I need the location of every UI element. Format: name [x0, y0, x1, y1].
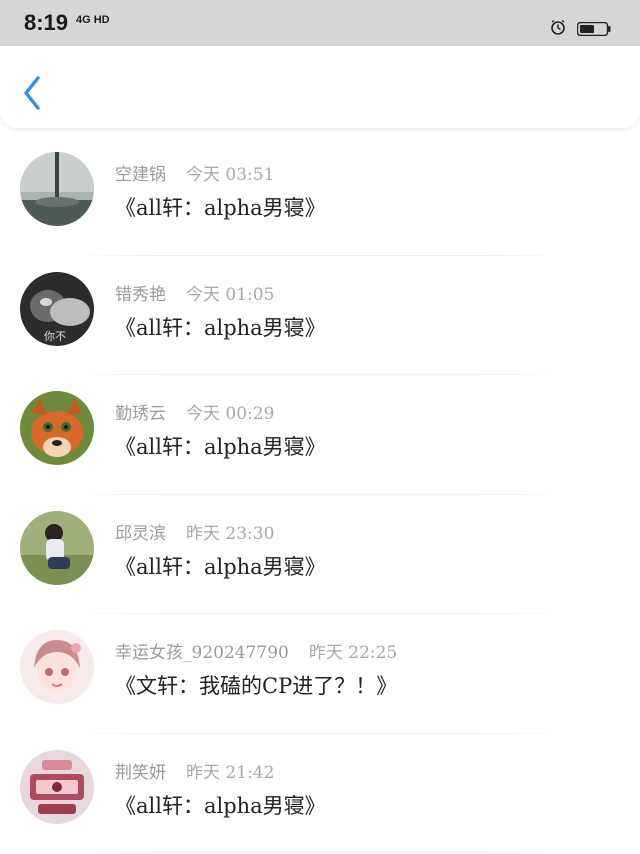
status-bar: 8:19 4G HD — [0, 0, 640, 46]
sender-line: 荆笑妍 昨天 21:42 — [115, 758, 274, 783]
sender-name: 邱灵滨 — [115, 523, 166, 544]
list-item[interactable]: 勤琇云 今天 00:29 《all轩：alpha男寝》 — [0, 375, 640, 495]
avatar[interactable] — [20, 630, 94, 704]
avatar[interactable] — [20, 510, 94, 585]
message-time: 今天 03:51 — [186, 165, 275, 185]
sender-name: 幸运女孩_920247790 — [115, 643, 289, 663]
message-time: 昨天 23:30 — [186, 523, 275, 544]
avatar-caption: 你不 — [44, 330, 66, 343]
avatar[interactable] — [20, 152, 94, 226]
message-text: 《all轩：alpha男寝》 — [115, 554, 326, 579]
list-item[interactable]: 荆笑妍 昨天 21:42 《all轩：alpha男寝》 — [0, 734, 640, 853]
chevron-left-icon[interactable] — [18, 74, 48, 112]
message-time: 昨天 22:25 — [308, 643, 398, 663]
message-text: 《文轩：我磕的CP进了？！》 — [115, 674, 398, 698]
sender-line: 空建锅 今天 03:51 — [115, 160, 274, 185]
list-item[interactable]: 幸运女孩_920247790 昨天 22:25 《文轩：我磕的CP进了？！》 — [0, 614, 640, 734]
sender-line: 邱灵滨 昨天 23:30 — [115, 519, 274, 544]
list-item[interactable]: 你不 错秀艳 今天 01:05 《all轩：alpha男寝》 — [0, 256, 640, 375]
battery-icon — [577, 22, 611, 36]
sender-name: 错秀艳 — [115, 284, 166, 305]
message-text: 《all轩：alpha男寝》 — [115, 196, 326, 220]
message-time: 今天 00:29 — [186, 404, 275, 424]
message-text: 《all轩：alpha男寝》 — [115, 793, 326, 818]
list-item[interactable]: 邱灵滨 昨天 23:30 《all轩：alpha男寝》 — [0, 495, 640, 614]
divider — [70, 852, 570, 853]
message-time: 昨天 21:42 — [186, 762, 275, 783]
message-list: 空建锅 今天 03:51 《all轩：alpha男寝》 你不 错秀艳 今天 01:0… — [0, 136, 640, 853]
avatar[interactable]: 你不 — [20, 271, 94, 346]
sender-line: 勤琇云 今天 00:29 — [115, 399, 274, 424]
avatar[interactable] — [20, 391, 94, 465]
sender-name: 勤琇云 — [115, 404, 166, 424]
sender-line: 幸运女孩_920247790 昨天 22:25 — [115, 638, 397, 663]
status-time: 8:19 — [24, 10, 69, 35]
list-item[interactable]: 空建锅 今天 03:51 《all轩：alpha男寝》 — [0, 136, 640, 256]
sender-line: 错秀艳 今天 01:05 — [115, 280, 274, 305]
sender-name: 空建锅 — [115, 165, 166, 185]
message-text: 《all轩：alpha男寝》 — [115, 435, 326, 459]
avatar[interactable] — [20, 749, 94, 824]
sender-name: 荆笑妍 — [115, 762, 166, 783]
signal-indicator: 4G HD — [76, 14, 110, 26]
message-text: 《all轩：alpha男寝》 — [115, 315, 326, 340]
alarm-icon — [551, 19, 565, 35]
nav-bar — [0, 46, 640, 128]
message-time: 今天 01:05 — [186, 284, 275, 305]
